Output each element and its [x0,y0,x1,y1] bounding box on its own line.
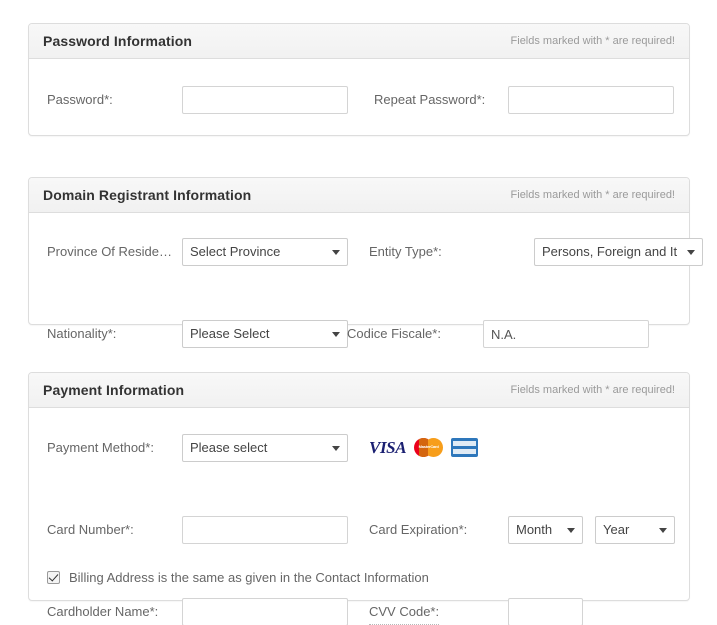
codice-fiscale-input[interactable] [483,320,649,348]
payment-method-row: Payment Method*: Please select VISA Mast… [29,434,689,475]
billing-address-checkbox[interactable] [47,571,60,584]
province-of-residence-label: Province Of Residen... [47,244,175,259]
repeat-password-label: Repeat Password*: [374,92,486,107]
entity-type-select[interactable]: Persons, Foreign and It [534,238,703,266]
repeat-password-input[interactable] [508,86,674,114]
entity-type-select-value: Persons, Foreign and It [542,244,678,259]
cvv-code-input[interactable] [508,598,583,625]
visa-logo-icon: VISA [369,438,407,457]
province-select-value: Select Province [190,244,281,259]
cardholder-name-input[interactable] [182,598,348,625]
password-input[interactable] [182,86,348,114]
password-information-panel: Password Information Fields marked with … [28,23,690,136]
registration-form-page: Password Information Fields marked with … [0,0,717,625]
province-entity-row: Province Of Residen... Select Province E… [29,238,703,279]
nationality-label: Nationality*: [47,326,117,341]
chevron-down-icon [332,332,340,337]
accepted-cards-group: VISA MasterCard [369,438,479,457]
card-expiration-month-select[interactable]: Month [508,516,583,544]
password-required-note: Fields marked with * are required! [510,35,675,47]
payment-method-label: Payment Method*: [47,440,154,455]
card-number-expiration-row: Card Number*: Card Expiration*: Month Ye… [29,516,689,557]
billing-address-checkbox-row[interactable]: Billing Address is the same as given in … [47,570,429,585]
card-expiration-label: Card Expiration*: [369,522,468,537]
chevron-down-icon [332,446,340,451]
password-panel-title: Password Information [43,33,193,49]
mastercard-logo-icon: MasterCard [414,438,444,457]
domain-registrant-information-panel: Domain Registrant Information Fields mar… [28,177,703,348]
payment-required-note: Fields marked with * are required! [510,384,675,396]
payment-method-select[interactable]: Please select [182,434,348,462]
amex-logo-icon [451,438,479,457]
registrant-panel-title: Domain Registrant Information [43,187,252,203]
card-number-input[interactable] [182,516,348,544]
registrant-panel-header: Domain Registrant Information Fields mar… [29,178,689,213]
payment-panel-header: Payment Information Fields marked with *… [29,373,689,408]
card-expiration-year-value: Year [603,522,630,537]
nationality-codice-row: Nationality*: Please Select Codice Fisca… [29,320,689,361]
payment-panel-title: Payment Information [43,382,185,398]
card-number-label: Card Number*: [47,522,134,537]
cardholder-cvv-row: Cardholder Name*: CVV Code*: [29,598,689,625]
nationality-select[interactable]: Please Select [182,320,348,348]
chevron-down-icon [659,528,667,533]
payment-method-select-value: Please select [190,440,268,455]
password-label: Password*: [47,92,113,107]
province-select[interactable]: Select Province [182,238,348,266]
registrant-required-note: Fields marked with * are required! [510,189,675,201]
card-expiration-month-value: Month [516,522,553,537]
nationality-select-value: Please Select [190,326,270,341]
chevron-down-icon [332,250,340,255]
registrant-panel-body: Province Of Residen... Select Province E… [29,213,703,348]
billing-address-checkbox-label: Billing Address is the same as given in … [69,570,429,585]
entity-type-label: Entity Type*: [369,244,442,259]
cardholder-name-label: Cardholder Name*: [47,604,159,619]
codice-fiscale-label: Codice Fiscale*: [347,326,441,341]
cvv-code-label: CVV Code*: [369,601,440,625]
password-panel-body: Password*: Repeat Password*: [29,59,689,136]
chevron-down-icon [567,528,575,533]
payment-information-panel: Payment Information Fields marked with *… [28,372,690,625]
chevron-down-icon [687,250,695,255]
password-panel-header: Password Information Fields marked with … [29,24,689,59]
payment-panel-body: Payment Method*: Please select VISA Mast… [29,408,689,625]
password-row: Password*: Repeat Password*: [29,86,689,127]
card-expiration-year-select[interactable]: Year [595,516,675,544]
